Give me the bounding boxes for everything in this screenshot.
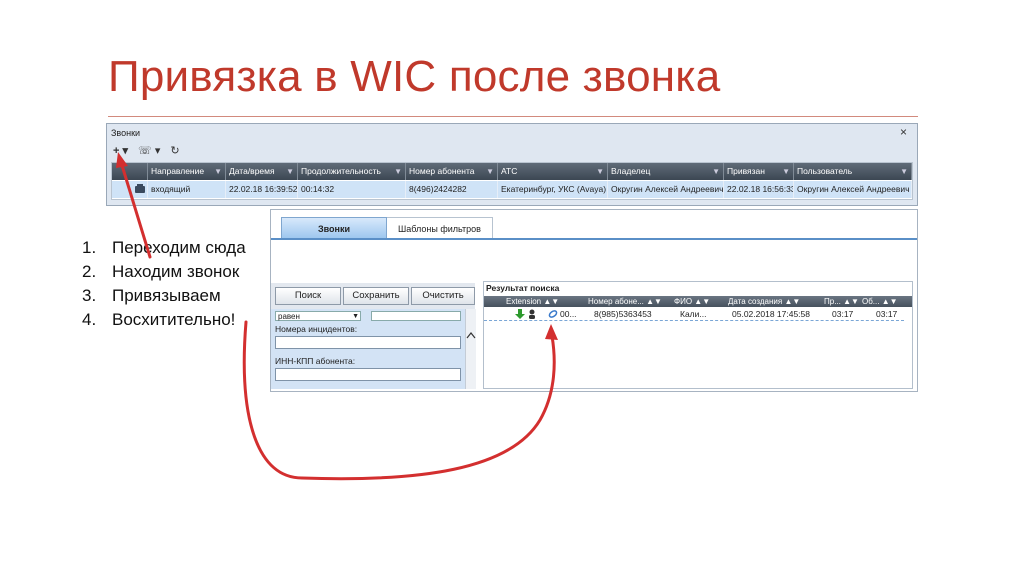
step-item: 2. Находим звонок xyxy=(82,262,240,281)
filter-button-bar: Поиск Сохранить Очистить xyxy=(271,283,475,309)
search-button[interactable]: Поиск xyxy=(275,287,341,305)
tab-calls[interactable]: Звонки xyxy=(281,217,387,239)
steps-list: 1. Переходим сюда 2. Находим звонок 3. Прив… xyxy=(82,236,246,332)
cell-extension: 00... xyxy=(560,309,577,319)
phone-in-icon xyxy=(135,184,145,193)
filter-icon[interactable]: ▼ xyxy=(782,163,790,180)
call-button[interactable]: ☏ ▾ xyxy=(138,144,160,157)
calls-toolbar: + ▾ ☏ ▾ ↻ xyxy=(113,142,180,158)
clear-button[interactable]: Очистить xyxy=(411,287,475,305)
column-header[interactable]: Дата/время ▼ xyxy=(226,163,298,180)
sort-icon[interactable]: ▲▼ xyxy=(882,297,898,306)
chevron-down-icon[interactable]: ▼ xyxy=(352,312,359,322)
filter-icon[interactable]: ▼ xyxy=(286,163,294,180)
results-title: Результат поиска xyxy=(486,283,560,293)
cell-created: 05.02.2018 17:45:58 xyxy=(732,309,810,319)
step-text: Привязываем xyxy=(112,286,221,305)
column-header[interactable]: Extension ▲▼ xyxy=(506,296,588,307)
column-header[interactable]: Привязан ▼ xyxy=(724,163,794,180)
inn-kpp-input[interactable] xyxy=(275,368,461,381)
column-header[interactable]: Пользователь ▼ xyxy=(794,163,912,180)
cell-user: Округин Алексей Андреевич xyxy=(794,181,912,198)
sort-icon[interactable]: ▲▼ xyxy=(646,297,662,306)
close-icon[interactable]: × xyxy=(900,125,907,139)
cell-owner: Округин Алексей Андреевич xyxy=(608,181,724,198)
step-item: 4. Восхитительно! xyxy=(82,310,236,329)
column-header[interactable]: Продолжительность ▼ xyxy=(298,163,406,180)
row-action-icons xyxy=(515,309,558,319)
column-header[interactable]: АТС ▼ xyxy=(498,163,608,180)
slide-title: Привязка в WIC после звонка xyxy=(108,52,721,101)
cell-datetime: 22.02.18 16:39:52 xyxy=(226,181,298,198)
user-icon xyxy=(529,309,535,319)
incident-numbers-label: Номера инцидентов: xyxy=(275,324,358,334)
column-header[interactable]: Пр... ▲▼ xyxy=(824,296,862,307)
cell-duration-1: 03:17 xyxy=(832,309,854,319)
step-text: Находим звонок xyxy=(112,262,240,281)
filter-icon[interactable]: ▼ xyxy=(214,163,222,180)
filter-icon[interactable]: ▼ xyxy=(394,163,402,180)
column-header[interactable]: Об... ▲▼ xyxy=(862,296,910,307)
column-header[interactable]: Дата создания ▲▼ xyxy=(728,296,824,307)
table-row[interactable]: 00... 8(985)5363453 Кали... 05.02.2018 1… xyxy=(484,308,904,321)
incident-numbers-input[interactable] xyxy=(275,336,461,349)
calls-grid: Направление ▼ Дата/время ▼ Продолжительнос… xyxy=(111,162,913,200)
filter-icon[interactable]: ▼ xyxy=(712,163,720,180)
cell-duration-2: 03:17 xyxy=(876,309,898,319)
save-button[interactable]: Сохранить xyxy=(343,287,409,305)
filter-panel: равен ▼ Номера инцидентов: ИНН-КПП абонен… xyxy=(271,309,465,389)
column-header[interactable]: Владелец ▼ xyxy=(608,163,724,180)
step-item: 3. Привязываем xyxy=(82,286,221,305)
column-header[interactable]: Номер абонента ▼ xyxy=(406,163,498,180)
refresh-icon[interactable]: ↻ xyxy=(170,144,179,157)
cell-linked: 22.02.18 16:56:33 xyxy=(724,181,794,198)
condition-value-input[interactable] xyxy=(371,311,461,321)
step-text: Восхитительно! xyxy=(112,310,236,329)
search-window: Звонки Шаблоны фильтров Поиск Сохранить … xyxy=(270,209,918,392)
column-header-blank xyxy=(112,163,148,180)
table-row[interactable]: входящий 22.02.18 16:39:52 00:14:32 8(49… xyxy=(112,181,912,198)
sort-icon[interactable]: ▲▼ xyxy=(543,297,559,306)
results-panel: Результат поиска Extension ▲▼ Номер абон… xyxy=(483,281,913,389)
attach-icon xyxy=(548,310,558,318)
filter-scrollbar[interactable] xyxy=(465,309,476,389)
tab-filter-templates[interactable]: Шаблоны фильтров xyxy=(387,217,493,239)
calls-window-title: Звонки xyxy=(111,128,141,138)
calls-window: Звонки × + ▾ ☏ ▾ ↻ Направление ▼ Дата/вре… xyxy=(106,123,918,206)
column-header[interactable]: Номер абоне... ▲▼ xyxy=(588,296,670,307)
arrow-down-icon xyxy=(515,309,525,319)
cell-duration: 00:14:32 xyxy=(298,181,406,198)
title-divider xyxy=(108,116,918,117)
column-header[interactable]: ФИО ▲▼ xyxy=(674,296,720,307)
calls-grid-header: Направление ▼ Дата/время ▼ Продолжительнос… xyxy=(112,163,912,180)
tab-divider xyxy=(271,238,917,240)
sort-icon[interactable]: ▲▼ xyxy=(694,297,710,306)
condition-select[interactable]: равен ▼ xyxy=(275,311,361,321)
chevron-up-icon[interactable] xyxy=(466,329,476,343)
results-header: Extension ▲▼ Номер абоне... ▲▼ ФИО ▲▼ Да… xyxy=(484,296,912,307)
inn-kpp-label: ИНН-КПП абонента: xyxy=(275,356,356,366)
filter-icon[interactable]: ▼ xyxy=(900,163,908,180)
cell-fio: Кали... xyxy=(680,309,707,319)
cell-subscriber-number: 8(496)2424282 xyxy=(406,181,498,198)
column-header[interactable]: Направление ▼ xyxy=(148,163,226,180)
step-text: Переходим сюда xyxy=(112,238,246,257)
sort-icon[interactable]: ▲▼ xyxy=(843,297,859,306)
add-button[interactable]: + ▾ xyxy=(113,144,128,157)
step-item: 1. Переходим сюда xyxy=(82,238,246,257)
cell-ats: Екатеринбург, УКС (Avaya) xyxy=(498,181,608,198)
cell-subscriber-number: 8(985)5363453 xyxy=(594,309,652,319)
filter-icon[interactable]: ▼ xyxy=(486,163,494,180)
filter-icon[interactable]: ▼ xyxy=(596,163,604,180)
cell-direction: входящий xyxy=(148,181,226,198)
sort-icon[interactable]: ▲▼ xyxy=(784,297,800,306)
